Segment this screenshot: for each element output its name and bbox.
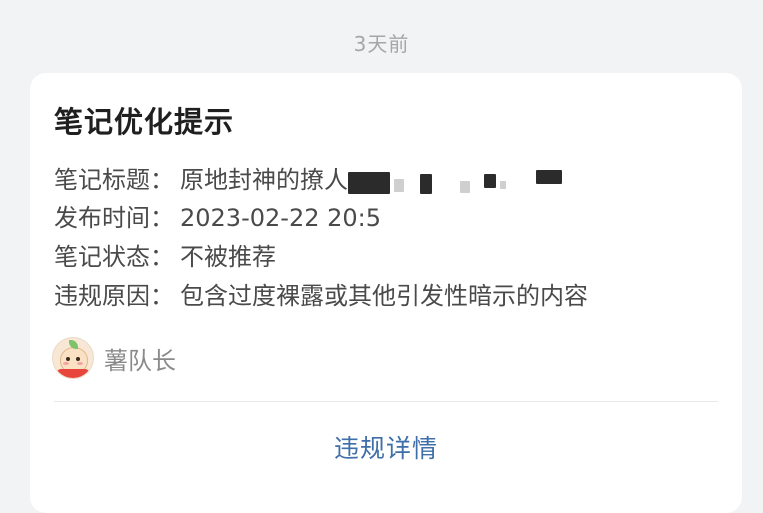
redacted-title-area: [348, 165, 618, 195]
redaction-block: [536, 170, 562, 184]
note-status-value: 不被推荐: [180, 243, 276, 271]
violation-details-button[interactable]: 违规详情: [30, 429, 742, 465]
publish-time-value: 2023-02-22 20:5: [180, 204, 381, 232]
avatar-eye: [66, 357, 70, 361]
redaction-block: [348, 172, 390, 194]
violation-reason-label: 违规原因：: [54, 282, 174, 310]
card-title: 笔记优化提示: [54, 105, 235, 139]
note-status-label: 笔记状态：: [54, 243, 174, 271]
avatar-scarf: [57, 369, 89, 378]
sender-info[interactable]: 薯队长: [52, 337, 176, 379]
redaction-block: [460, 181, 470, 193]
avatar-cheek: [63, 362, 69, 365]
redaction-block: [484, 174, 496, 188]
note-title-row: 笔记标题： 原地封神的撩人: [54, 165, 618, 195]
note-status-row: 笔记状态： 不被推荐: [54, 242, 276, 272]
note-title-value: 原地封神的撩人: [180, 166, 348, 194]
publish-time-row: 发布时间： 2023-02-22 20:5: [54, 203, 381, 233]
divider: [54, 401, 718, 402]
redaction-block: [500, 181, 506, 189]
redaction-block: [394, 179, 404, 192]
publish-time-label: 发布时间：: [54, 204, 174, 232]
avatar[interactable]: [52, 337, 94, 379]
note-title-label: 笔记标题：: [54, 166, 174, 194]
avatar-eye: [76, 357, 80, 361]
violation-reason-value: 包含过度裸露或其他引发性暗示的内容: [180, 282, 588, 310]
redaction-block: [420, 174, 432, 194]
sender-name[interactable]: 薯队长: [104, 341, 176, 376]
notification-card: 笔记优化提示 笔记标题： 原地封神的撩人 发布时间： 2023-02-22 20:5…: [30, 73, 742, 513]
violation-reason-row: 违规原因： 包含过度裸露或其他引发性暗示的内容: [54, 281, 588, 311]
message-timestamp: 3天前: [353, 32, 410, 56]
avatar-cheek: [77, 362, 83, 365]
